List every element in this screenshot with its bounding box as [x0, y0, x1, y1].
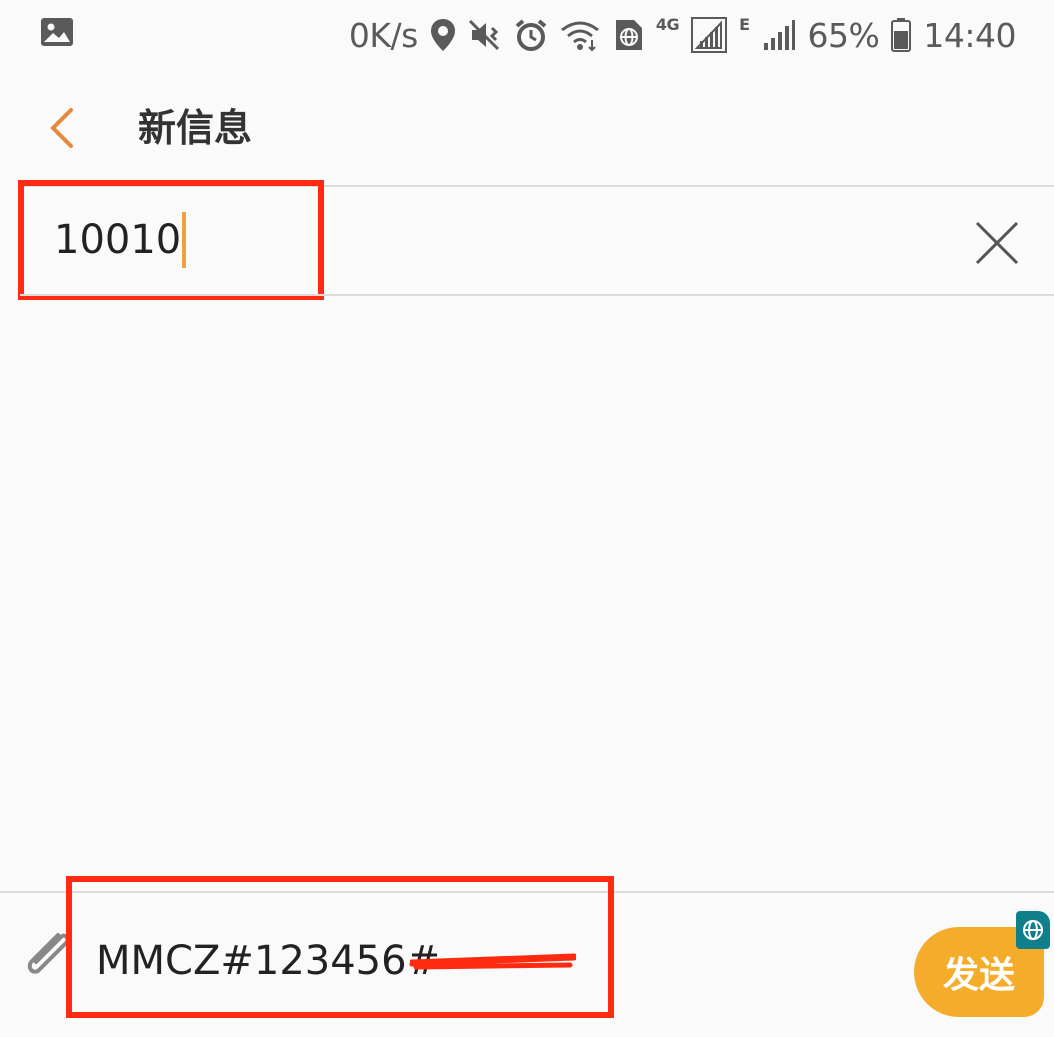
signal-icon-2	[762, 19, 796, 51]
sim-globe-badge	[1016, 911, 1050, 949]
clear-recipient-button[interactable]	[970, 216, 1024, 270]
globe-icon	[1021, 918, 1045, 942]
chevron-left-icon	[47, 106, 77, 150]
back-button[interactable]	[34, 100, 90, 156]
status-bar: 0K/s 4G E 65% 14:40	[0, 0, 1054, 70]
network-4g-label: 4G	[655, 14, 680, 34]
image-icon	[40, 16, 74, 48]
location-icon	[430, 18, 456, 52]
battery-percent: 65%	[807, 15, 880, 55]
page-title: 新信息	[138, 106, 253, 150]
annotation-box-message	[66, 876, 614, 1018]
close-icon	[974, 220, 1020, 266]
signal-icon	[691, 17, 728, 53]
alarm-icon	[514, 18, 548, 52]
vibrate-icon	[468, 19, 502, 51]
wifi-icon	[560, 18, 600, 52]
clock-time: 14:40	[923, 15, 1016, 55]
battery-icon	[891, 18, 912, 52]
globe-sim-icon	[612, 18, 644, 52]
annotation-box-recipient	[18, 180, 324, 300]
network-e-label: E	[739, 14, 750, 34]
message-list	[0, 296, 1054, 891]
status-icons: 0K/s 4G E 65% 14:40	[348, 10, 1017, 60]
app-header: 新信息	[0, 70, 1054, 186]
net-speed: 0K/s	[348, 15, 418, 55]
